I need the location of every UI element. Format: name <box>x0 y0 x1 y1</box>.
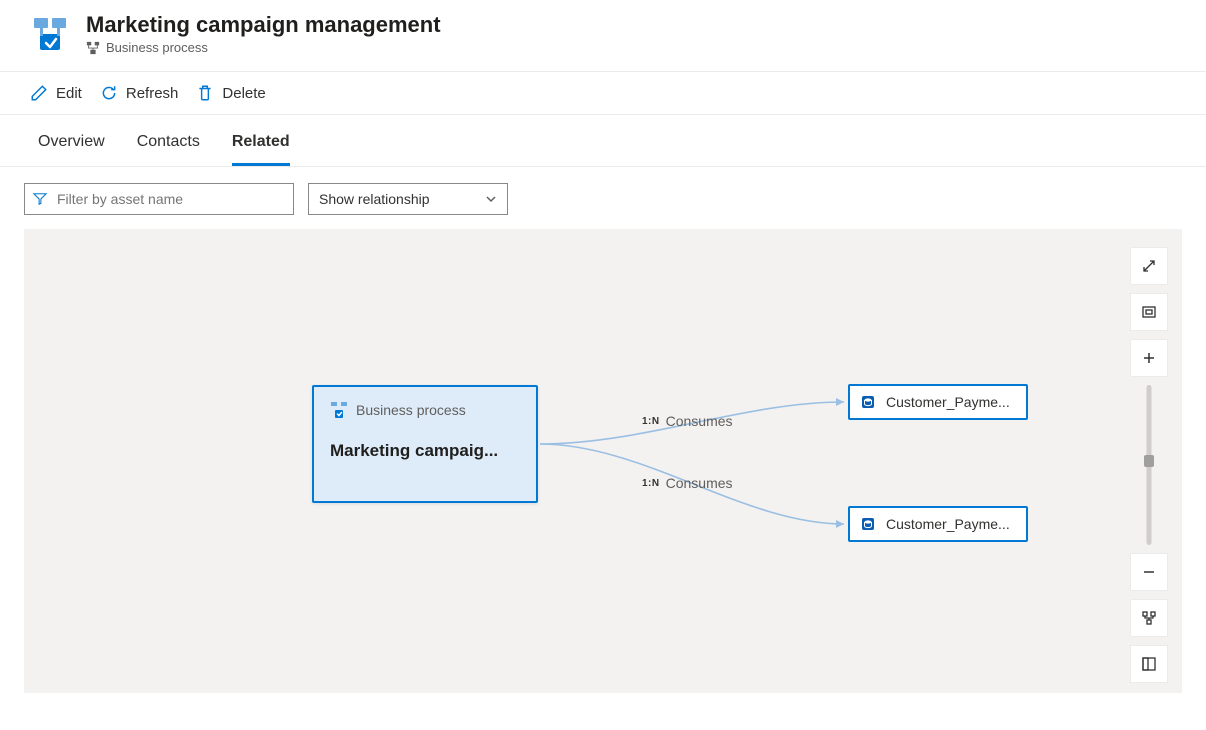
business-process-icon <box>330 401 348 419</box>
flow-icon <box>86 41 100 55</box>
business-process-icon <box>30 14 70 54</box>
graph-node-target-0[interactable]: Customer_Payme... <box>848 384 1028 420</box>
filter-row: Show relationship <box>0 167 1206 229</box>
page-title: Marketing campaign management <box>86 12 441 38</box>
zoom-out-button[interactable] <box>1130 553 1168 591</box>
graph-canvas-wrap: 1:N Consumes 1:N Consumes Business proce… <box>24 229 1182 693</box>
minimap-icon <box>1141 656 1157 672</box>
zoom-slider[interactable] <box>1144 385 1154 545</box>
tab-overview[interactable]: Overview <box>38 119 105 166</box>
node-title: Marketing campaig... <box>330 441 520 461</box>
database-icon <box>860 516 876 532</box>
refresh-button[interactable]: Refresh <box>100 80 179 106</box>
edge-label-0: 1:N Consumes <box>642 413 733 429</box>
fit-button[interactable] <box>1130 293 1168 331</box>
zoom-in-button[interactable] <box>1130 339 1168 377</box>
tab-contacts[interactable]: Contacts <box>137 119 200 166</box>
fit-icon <box>1141 304 1157 320</box>
plus-icon <box>1141 350 1157 366</box>
tab-related[interactable]: Related <box>232 119 290 166</box>
minus-icon <box>1141 564 1157 580</box>
edit-button[interactable]: Edit <box>30 80 82 106</box>
chevron-down-icon <box>485 193 497 205</box>
layout-button[interactable] <box>1130 599 1168 637</box>
edge-label-1: 1:N Consumes <box>642 475 733 491</box>
delete-button[interactable]: Delete <box>196 80 265 106</box>
relationship-select[interactable]: Show relationship <box>308 183 508 215</box>
asset-filter-wrap[interactable] <box>24 183 294 215</box>
minimap-button[interactable] <box>1130 645 1168 683</box>
graph-edges <box>24 229 1182 693</box>
fullscreen-button[interactable] <box>1130 247 1168 285</box>
expand-icon <box>1141 258 1157 274</box>
asset-filter-input[interactable] <box>55 190 285 208</box>
tab-list: Overview Contacts Related <box>0 119 1206 167</box>
refresh-icon <box>100 84 118 102</box>
trash-icon <box>196 84 214 102</box>
graph-node-target-1[interactable]: Customer_Payme... <box>848 506 1028 542</box>
layout-icon <box>1141 610 1157 626</box>
pencil-icon <box>30 84 48 102</box>
node-type-label: Business process <box>356 402 466 418</box>
filter-icon <box>33 192 47 206</box>
page-header: Marketing campaign management Business p… <box>0 0 1206 71</box>
graph-canvas[interactable]: 1:N Consumes 1:N Consumes Business proce… <box>24 229 1182 693</box>
graph-node-main[interactable]: Business process Marketing campaig... <box>312 385 538 503</box>
command-bar: Edit Refresh Delete <box>0 71 1206 115</box>
canvas-toolbar <box>1130 247 1168 683</box>
page-subtitle: Business process <box>86 40 441 55</box>
zoom-slider-thumb[interactable] <box>1144 455 1154 467</box>
database-icon <box>860 394 876 410</box>
